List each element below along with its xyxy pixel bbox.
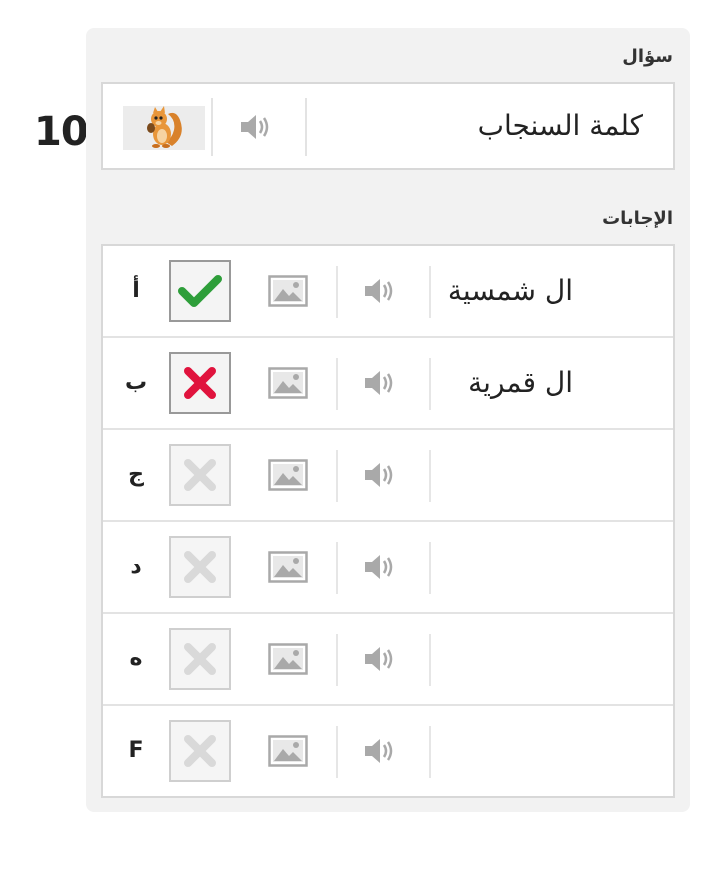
answers-section-label: الإجابات: [602, 208, 673, 229]
answer-row: ه: [103, 614, 673, 706]
add-image-icon[interactable]: [268, 643, 308, 679]
divider: [429, 726, 431, 778]
question-audio-speaker-icon[interactable]: [239, 112, 275, 142]
divider: [336, 542, 338, 594]
divider: [336, 634, 338, 686]
wrong-cross-icon[interactable]: [169, 352, 231, 414]
question-box: كلمة السنجاب: [101, 82, 675, 170]
divider: [336, 266, 338, 318]
answer-letter: أ: [132, 278, 140, 303]
answer-row: أ ال شمسية: [103, 246, 673, 338]
answer-row: F: [103, 706, 673, 798]
correct-check-icon[interactable]: [169, 260, 231, 322]
divider: [429, 450, 431, 502]
answers-list: أ ال شمسية ب ال قمرية ج د ه F: [101, 244, 675, 798]
divider: [336, 726, 338, 778]
answer-audio-speaker-icon[interactable]: [363, 368, 399, 398]
add-image-icon[interactable]: [268, 551, 308, 587]
answer-text[interactable]: ال شمسية: [448, 246, 573, 336]
divider: [429, 634, 431, 686]
answer-letter: ه: [129, 646, 143, 671]
answer-row: ج: [103, 430, 673, 522]
divider: [336, 358, 338, 410]
answer-row: ب ال قمرية: [103, 338, 673, 430]
answer-audio-speaker-icon[interactable]: [363, 552, 399, 582]
add-image-icon[interactable]: [268, 275, 308, 311]
divider: [211, 98, 213, 156]
answer-letter: د: [130, 554, 142, 579]
question-panel: سؤال كلمة السنجاب الإجابات أ ال شمسية ب …: [86, 28, 690, 812]
divider: [429, 542, 431, 594]
answer-audio-speaker-icon[interactable]: [363, 736, 399, 766]
answer-row: د: [103, 522, 673, 614]
answer-audio-speaker-icon[interactable]: [363, 276, 399, 306]
divider: [429, 266, 431, 318]
answer-letter: ب: [124, 370, 148, 395]
inactive-cross-icon[interactable]: [169, 628, 231, 690]
add-image-icon[interactable]: [268, 459, 308, 495]
divider: [305, 98, 307, 156]
divider: [336, 450, 338, 502]
answer-audio-speaker-icon[interactable]: [363, 644, 399, 674]
inactive-cross-icon[interactable]: [169, 444, 231, 506]
answer-audio-speaker-icon[interactable]: [363, 460, 399, 490]
inactive-cross-icon[interactable]: [169, 720, 231, 782]
add-image-icon[interactable]: [268, 367, 308, 403]
question-section-label: سؤال: [622, 46, 673, 67]
divider: [429, 358, 431, 410]
answer-letter: ج: [128, 462, 144, 487]
add-image-icon[interactable]: [268, 735, 308, 771]
answer-text[interactable]: ال قمرية: [468, 338, 573, 428]
answer-letter: F: [128, 738, 144, 763]
squirrel-image-icon[interactable]: [123, 106, 205, 150]
question-text[interactable]: كلمة السنجاب: [478, 84, 643, 168]
inactive-cross-icon[interactable]: [169, 536, 231, 598]
